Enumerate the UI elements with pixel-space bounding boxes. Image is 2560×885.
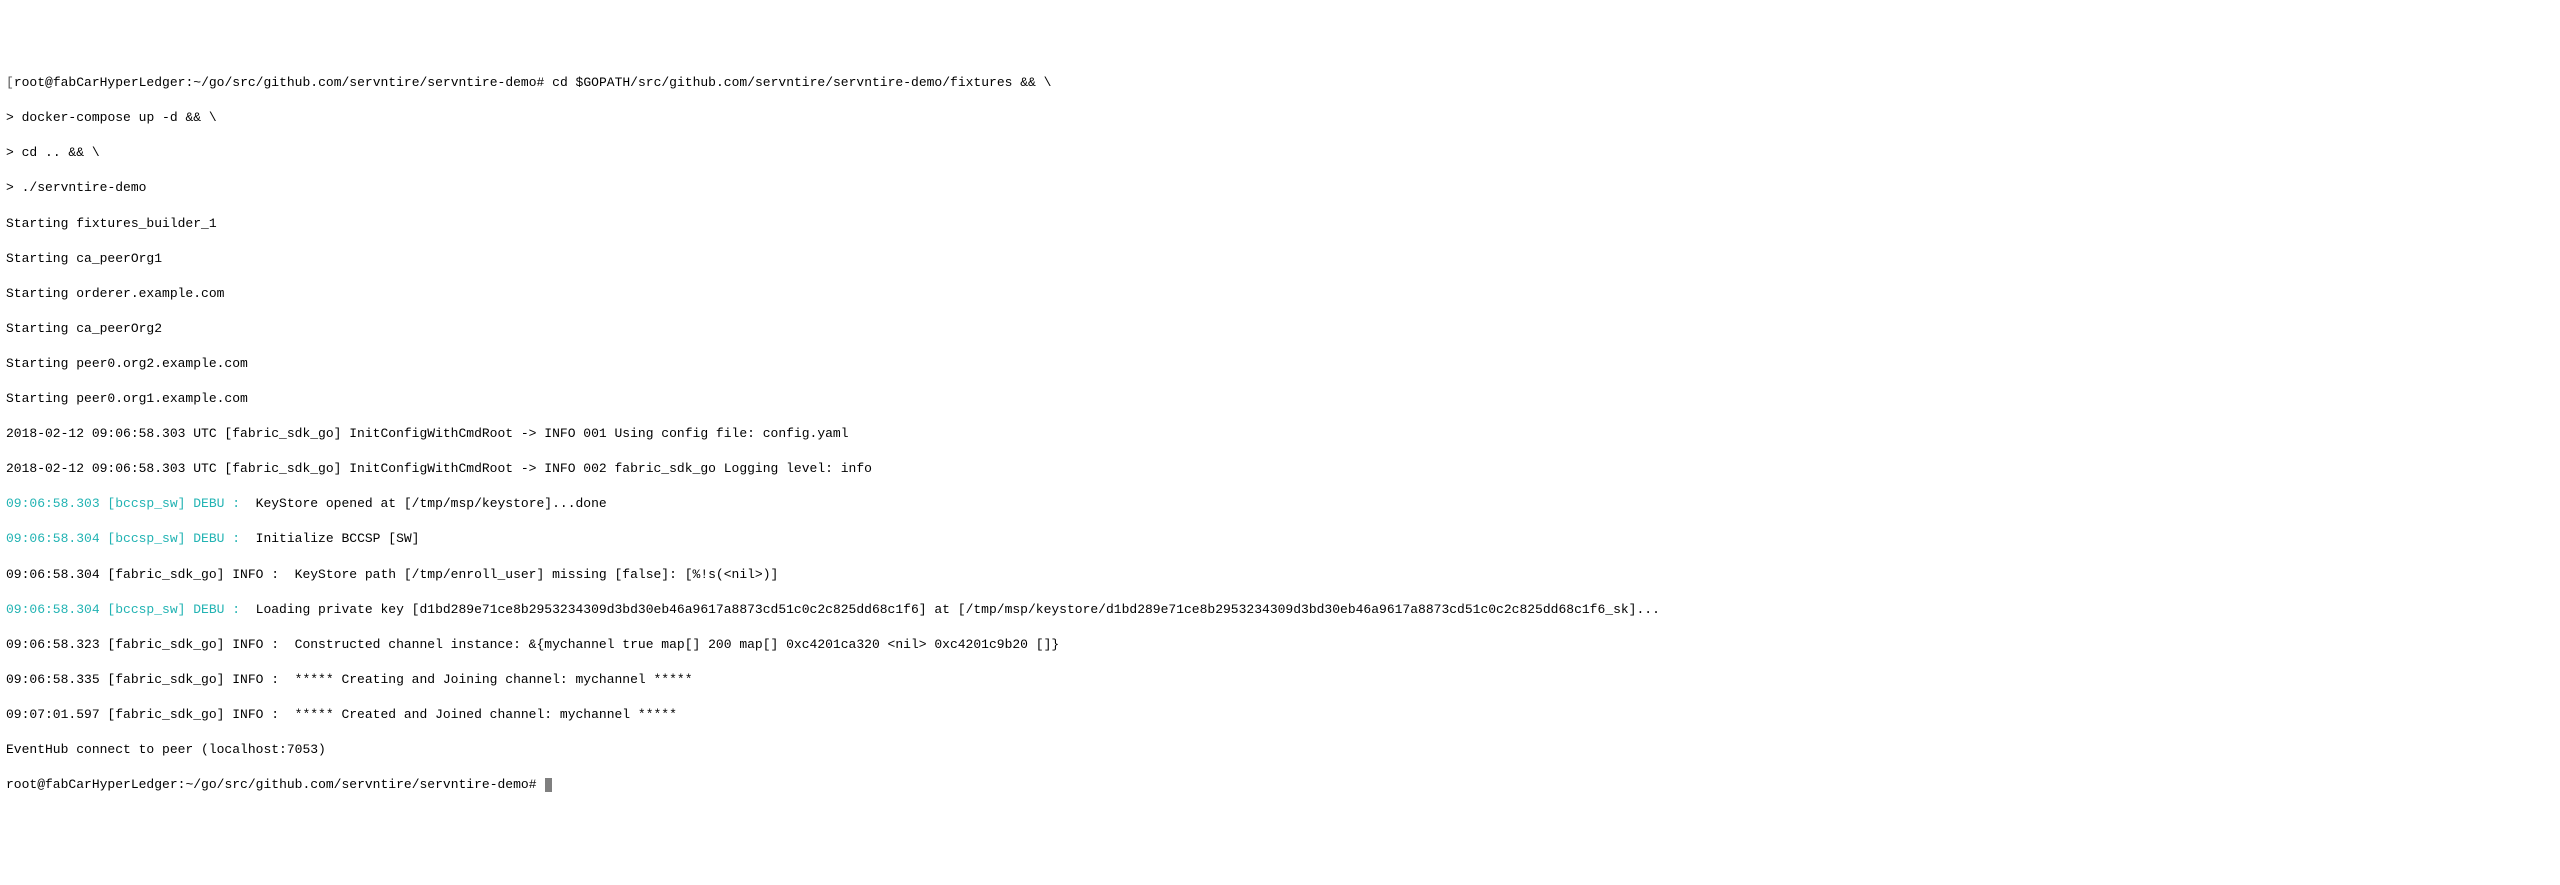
output-line: 09:06:58.304 [bccsp_sw] DEBU : Loading p… (6, 601, 2554, 619)
bracket-open: [ (6, 75, 14, 90)
debug-msg: Loading private key [d1bd289e71ce8b29532… (240, 602, 1660, 617)
debug-prefix: 09:06:58.304 [bccsp_sw] DEBU : (6, 602, 240, 617)
debug-msg: KeyStore opened at [/tmp/msp/keystore]..… (240, 496, 607, 511)
output-line: Starting ca_peerOrg1 (6, 250, 2554, 268)
output-line: Starting orderer.example.com (6, 285, 2554, 303)
output-line: 2018-02-12 09:06:58.303 UTC [fabric_sdk_… (6, 425, 2554, 443)
continuation-prompt: > (6, 110, 14, 125)
prompt-userhost: root@fabCarHyperLedger (14, 75, 186, 90)
prompt-path: ~/go/src/github.com/servntire/servntire-… (193, 75, 536, 90)
output-line: 2018-02-12 09:06:58.303 UTC [fabric_sdk_… (6, 460, 2554, 478)
cursor-icon (545, 778, 552, 792)
terminal-line-prompt-1[interactable]: [root@fabCarHyperLedger:~/go/src/github.… (6, 74, 2554, 92)
debug-msg: Initialize BCCSP [SW] (240, 531, 419, 546)
output-line: Starting ca_peerOrg2 (6, 320, 2554, 338)
command-text-1: cd $GOPATH/src/github.com/servntire/serv… (552, 75, 1051, 90)
debug-prefix: 09:06:58.303 [bccsp_sw] DEBU : (6, 496, 240, 511)
output-line: Starting peer0.org2.example.com (6, 355, 2554, 373)
command-text-3: cd .. && \ (22, 145, 100, 160)
terminal-line-final-prompt[interactable]: root@fabCarHyperLedger:~/go/src/github.c… (6, 776, 2554, 794)
output-line: 09:06:58.304 [bccsp_sw] DEBU : Initializ… (6, 530, 2554, 548)
terminal-line-prompt-3[interactable]: > cd .. && \ (6, 144, 2554, 162)
output-line: EventHub connect to peer (localhost:7053… (6, 741, 2554, 759)
terminal-line-prompt-4[interactable]: > ./servntire-demo (6, 179, 2554, 197)
prompt-path: ~/go/src/github.com/servntire/servntire-… (185, 777, 528, 792)
prompt-hash: # (537, 75, 545, 90)
continuation-prompt: > (6, 180, 14, 195)
output-line: 09:06:58.323 [fabric_sdk_go] INFO : Cons… (6, 636, 2554, 654)
terminal-line-prompt-2[interactable]: > docker-compose up -d && \ (6, 109, 2554, 127)
prompt-userhost: root@fabCarHyperLedger (6, 777, 178, 792)
prompt-hash: # (529, 777, 537, 792)
debug-prefix: 09:06:58.304 [bccsp_sw] DEBU : (6, 531, 240, 546)
output-line: Starting fixtures_builder_1 (6, 215, 2554, 233)
output-line: 09:06:58.335 [fabric_sdk_go] INFO : ****… (6, 671, 2554, 689)
output-line: 09:07:01.597 [fabric_sdk_go] INFO : ****… (6, 706, 2554, 724)
output-line: 09:06:58.303 [bccsp_sw] DEBU : KeyStore … (6, 495, 2554, 513)
output-line: 09:06:58.304 [fabric_sdk_go] INFO : KeyS… (6, 566, 2554, 584)
command-text-2: docker-compose up -d && \ (22, 110, 217, 125)
continuation-prompt: > (6, 145, 14, 160)
output-line: Starting peer0.org1.example.com (6, 390, 2554, 408)
command-text-4: ./servntire-demo (22, 180, 147, 195)
